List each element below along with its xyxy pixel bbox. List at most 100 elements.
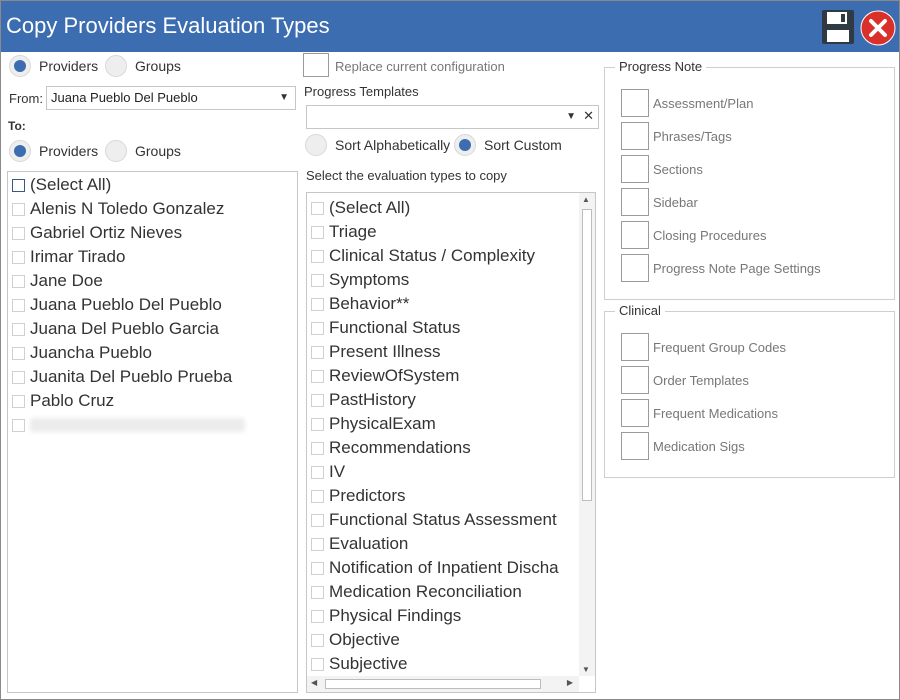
checkbox-icon[interactable] — [311, 369, 324, 383]
checkbox-icon[interactable] — [12, 394, 25, 408]
progress-note-option[interactable]: Sections — [621, 155, 703, 183]
progress-note-option[interactable]: Progress Note Page Settings — [621, 254, 821, 282]
checkbox-icon[interactable] — [621, 333, 649, 361]
scroll-down-icon[interactable]: ▼ — [582, 665, 590, 674]
checkbox-icon[interactable] — [311, 393, 324, 407]
checkbox-icon[interactable] — [311, 633, 324, 647]
vertical-scrollbar[interactable]: ▲ ▼ — [579, 193, 595, 676]
progress-note-option[interactable]: Sidebar — [621, 188, 698, 216]
from-provider-select[interactable]: Juana Pueblo Del Pueblo ▼ — [46, 86, 296, 110]
clinical-option[interactable]: Frequent Group Codes — [621, 333, 786, 361]
checkbox-icon[interactable] — [621, 254, 649, 282]
checkbox-icon[interactable] — [12, 178, 25, 192]
scroll-right-icon[interactable]: ▶ — [567, 678, 573, 687]
checkbox-icon[interactable] — [311, 249, 324, 263]
checkbox-icon[interactable] — [12, 226, 25, 240]
checkbox-icon[interactable] — [12, 250, 25, 264]
checkbox-icon[interactable] — [311, 537, 324, 551]
checkbox-icon[interactable] — [311, 657, 324, 671]
provider-item[interactable]: Juana Pueblo Del Pueblo — [12, 293, 222, 317]
checkbox-icon[interactable] — [12, 370, 25, 384]
provider-item[interactable]: Juancha Pueblo — [12, 341, 152, 365]
clinical-option[interactable]: Order Templates — [621, 366, 749, 394]
evaluation-type-item[interactable]: Subjective — [311, 652, 407, 676]
close-button[interactable] — [860, 10, 896, 46]
checkbox-icon[interactable] — [311, 465, 324, 479]
checkbox-icon[interactable] — [311, 321, 324, 335]
checkbox-icon[interactable] — [12, 298, 25, 312]
progress-note-option[interactable]: Phrases/Tags — [621, 122, 732, 150]
checkbox-icon[interactable] — [12, 274, 25, 288]
replace-config-checkbox[interactable] — [303, 53, 329, 77]
scroll-up-icon[interactable]: ▲ — [582, 195, 590, 204]
checkbox-icon[interactable] — [311, 417, 324, 431]
to-providers-radio[interactable]: Providers — [9, 140, 98, 162]
checkbox-icon[interactable] — [311, 561, 324, 575]
checkbox-icon[interactable] — [311, 225, 324, 239]
checkbox-icon[interactable] — [621, 366, 649, 394]
evaluation-type-item[interactable]: Functional Status — [311, 316, 460, 340]
checkbox-icon[interactable] — [311, 297, 324, 311]
from-providers-radio[interactable]: Providers — [9, 55, 98, 77]
provider-item-redacted[interactable] — [12, 413, 245, 437]
evaluation-type-item[interactable]: Triage — [311, 220, 377, 244]
evaluation-type-item[interactable]: Symptoms — [311, 268, 409, 292]
sort-custom-radio[interactable]: Sort Custom — [454, 134, 562, 156]
checkbox-icon[interactable] — [12, 346, 25, 360]
evaluation-type-item[interactable]: Predictors — [311, 484, 406, 508]
evaluation-type-item[interactable]: PhysicalExam — [311, 412, 436, 436]
evaluation-type-item[interactable]: PastHistory — [311, 388, 416, 412]
checkbox-icon[interactable] — [12, 322, 25, 336]
checkbox-icon[interactable] — [621, 89, 649, 117]
checkbox-icon[interactable] — [12, 202, 25, 216]
checkbox-icon[interactable] — [311, 585, 324, 599]
provider-item[interactable]: Alenis N Toledo Gonzalez — [12, 197, 224, 221]
provider-item[interactable]: Irimar Tirado — [12, 245, 125, 269]
checkbox-icon[interactable] — [311, 273, 324, 287]
checkbox-icon[interactable] — [311, 609, 324, 623]
chevron-down-icon[interactable]: ▼ — [566, 111, 576, 122]
progress-note-option[interactable]: Closing Procedures — [621, 221, 766, 249]
provider-item[interactable]: Juanita Del Pueblo Prueba — [12, 365, 232, 389]
horizontal-scrollbar[interactable]: ◀ ▶ — [307, 676, 579, 692]
checkbox-icon[interactable] — [621, 432, 649, 460]
horizontal-scroll-thumb[interactable] — [325, 679, 541, 689]
save-button[interactable] — [821, 9, 855, 45]
sort-alpha-radio[interactable]: Sort Alphabetically — [305, 134, 450, 156]
evaluation-type-item[interactable]: Medication Reconciliation — [311, 580, 522, 604]
from-groups-radio[interactable]: Groups — [105, 55, 181, 77]
checkbox-icon[interactable] — [311, 345, 324, 359]
checkbox-icon[interactable] — [311, 441, 324, 455]
checkbox-icon[interactable] — [621, 188, 649, 216]
scroll-left-icon[interactable]: ◀ — [311, 678, 317, 687]
provider-item[interactable]: Jane Doe — [12, 269, 103, 293]
checkbox-icon[interactable] — [311, 201, 324, 215]
checkbox-icon[interactable] — [621, 155, 649, 183]
evaluation-type-item[interactable]: Objective — [311, 628, 400, 652]
checkbox-icon[interactable] — [621, 122, 649, 150]
progress-note-option[interactable]: Assessment/Plan — [621, 89, 753, 117]
evaluation-type-item[interactable]: Present Illness — [311, 340, 441, 364]
clinical-option[interactable]: Medication Sigs — [621, 432, 745, 460]
checkbox-icon[interactable] — [12, 418, 25, 432]
evaluation-type-item[interactable]: Physical Findings — [311, 604, 461, 628]
provider-item[interactable]: Juana Del Pueblo Garcia — [12, 317, 219, 341]
evaluation-type-item[interactable]: IV — [311, 460, 345, 484]
to-groups-radio[interactable]: Groups — [105, 140, 181, 162]
provider-item[interactable]: (Select All) — [12, 173, 111, 197]
progress-templates-select[interactable]: ▼ ✕ — [306, 105, 599, 129]
checkbox-icon[interactable] — [311, 513, 324, 527]
evaluation-type-item[interactable]: (Select All) — [311, 196, 410, 220]
checkbox-icon[interactable] — [621, 399, 649, 427]
evaluation-type-item[interactable]: Functional Status Assessment — [311, 508, 557, 532]
vertical-scroll-thumb[interactable] — [582, 209, 592, 501]
providers-listbox[interactable]: (Select All) Alenis N Toledo Gonzalez Ga… — [7, 171, 298, 693]
evaluation-types-listbox[interactable]: (Select All) Triage Clinical Status / Co… — [306, 192, 596, 693]
evaluation-type-item[interactable]: Recommendations — [311, 436, 471, 460]
checkbox-icon[interactable] — [311, 489, 324, 503]
checkbox-icon[interactable] — [621, 221, 649, 249]
evaluation-type-item[interactable]: Evaluation — [311, 532, 408, 556]
clinical-option[interactable]: Frequent Medications — [621, 399, 778, 427]
evaluation-type-item[interactable]: Clinical Status / Complexity — [311, 244, 535, 268]
evaluation-type-item[interactable]: Notification of Inpatient Discha — [311, 556, 579, 580]
